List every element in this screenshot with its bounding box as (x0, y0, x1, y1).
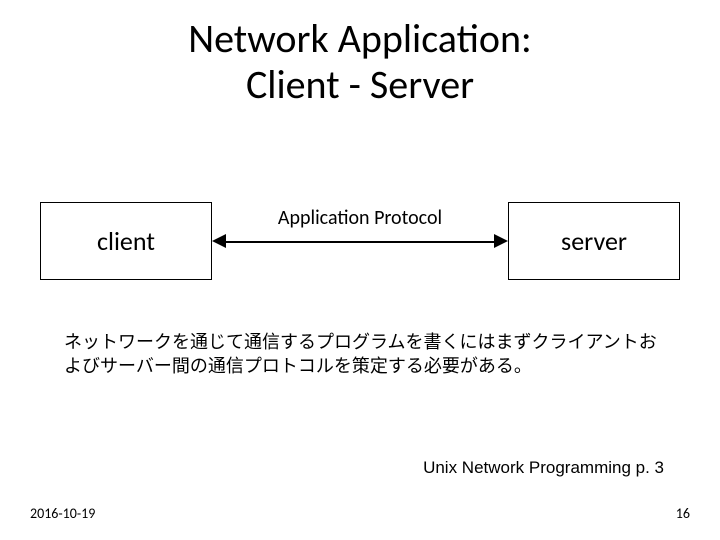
arrow-right-icon (494, 234, 508, 248)
title-line-2: Client - Server (246, 60, 474, 109)
client-box: client (40, 202, 212, 280)
description-text: ネットワークを通じて通信するプログラムを書くにはまずクライアントおよびサーバー間… (64, 330, 664, 379)
client-server-diagram: client Application Protocol server (40, 202, 680, 280)
arrow-left-icon (212, 234, 226, 248)
server-label: server (561, 225, 627, 257)
slide: Network Application: Client - Server cli… (0, 0, 720, 540)
connector: Application Protocol (212, 202, 508, 280)
title-line-1: Network Application: (188, 14, 531, 63)
page-title: Network Application: Client - Server (0, 16, 720, 108)
server-box: server (508, 202, 680, 280)
reference-text: Unix Network Programming p. 3 (423, 458, 664, 478)
client-label: client (97, 225, 155, 257)
connector-line (222, 241, 498, 243)
protocol-label: Application Protocol (212, 206, 508, 230)
footer-page-number: 16 (676, 505, 690, 522)
footer-date: 2016-10-19 (30, 505, 95, 522)
